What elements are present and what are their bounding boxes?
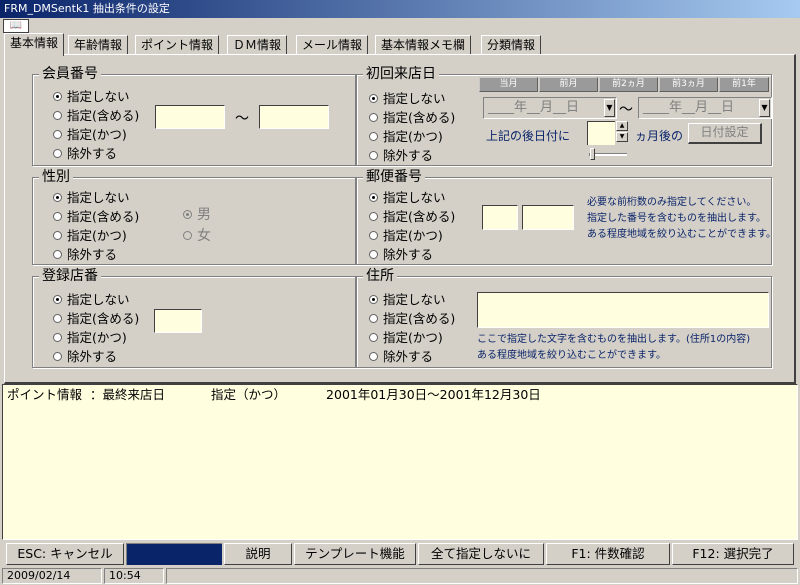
months-after-input[interactable] [587,121,615,145]
gender-radio-female[interactable]: 女 [183,228,211,244]
address-radio-and[interactable]: 指定(かつ) [369,330,443,346]
status-message [166,568,798,584]
address-note-2: ある程度地域を絞り込むことができます。 [477,350,666,361]
postal-code-input-1[interactable] [482,205,518,230]
postal-radio-exclude[interactable]: 除外する [369,247,433,263]
tab-dm-info[interactable]: ＤＭ情報 [227,35,288,55]
gender-radio-exclude[interactable]: 除外する [53,247,117,263]
postal-code-group: 郵便番号 指定しない 指定(含める) 指定(かつ) 除外する 必要な前桁数のみ指… [356,168,776,265]
summary-line: ポイント情報 ：最終来店日 指定（かつ） 2001年01月30日～2001年12月30… [7,387,541,402]
spin-down-icon[interactable]: ▼ [616,132,628,142]
gender-radio-male[interactable]: 男 [183,207,211,223]
status-time: 10:54 [104,568,164,584]
member-from-input[interactable] [155,105,225,129]
tab-mail-info[interactable]: メール情報 [296,35,369,55]
address-group: 住所 指定しない 指定(含める) 指定(かつ) 除外する ここで指定した文字を含… [356,267,772,368]
tab-age-info[interactable]: 年齢情報 [68,35,129,55]
postal-radio-include[interactable]: 指定(含める) [369,209,455,225]
member-number-group: 会員番号 指定しない 指定(含める) 指定(かつ) 除外する ～ [32,65,356,166]
member-radio-none[interactable]: 指定しない [53,89,130,105]
visit-radio-and[interactable]: 指定(かつ) [369,129,443,145]
help-button[interactable]: 説明 [224,543,292,565]
member-number-title: 会員番号 [39,65,101,83]
address-radio-include[interactable]: 指定(含める) [369,311,455,327]
store-radio-exclude[interactable]: 除外する [53,349,117,365]
visit-radio-exclude[interactable]: 除外する [369,148,433,164]
count-button[interactable]: F1: 件数確認 [546,543,670,565]
reset-all-button[interactable]: 全て指定しないに [418,543,544,565]
store-group: 登録店番 指定しない 指定(含める) 指定(かつ) 除外する [32,267,356,368]
status-date: 2009/02/14 [2,568,102,584]
address-radio-none[interactable]: 指定しない [369,292,446,308]
chevron-down-icon[interactable]: ▼ [759,99,770,117]
store-radio-none[interactable]: 指定しない [53,292,130,308]
gender-title: 性別 [39,168,73,186]
member-radio-and[interactable]: 指定(かつ) [53,127,127,143]
status-bar: 2009/02/14 10:54 [0,567,800,585]
quick-2-months-button[interactable]: 前2ヵ月 [599,77,658,92]
tab-basic-info[interactable]: 基本情報 [4,33,65,56]
cancel-button[interactable]: ESC: キャンセル [6,543,124,565]
address-title: 住所 [363,267,397,285]
visit-date-to[interactable]: ____年__月__日 ▼ [638,97,772,119]
store-number-input[interactable] [154,309,202,333]
conditions-summary[interactable]: ポイント情報 ：最終来店日 指定（かつ） 2001年01月30日～2001年12月30… [2,384,798,540]
address-note-1: ここで指定した文字を含むものを抽出します。(住所1の内容) [477,334,751,345]
postal-code-title: 郵便番号 [363,168,425,186]
quick-last-month-button[interactable]: 前月 [539,77,598,92]
finish-button[interactable]: F12: 選択完了 [672,543,794,565]
store-radio-include[interactable]: 指定(含める) [53,311,139,327]
book-icon[interactable]: 📖 [3,19,29,33]
gender-radio-include[interactable]: 指定(含める) [53,209,139,225]
address-input[interactable] [477,292,769,328]
member-range-separator: ～ [235,111,249,127]
function-key-bar: ESC: キャンセル 説明 テンプレート機能 全て指定しないに F1: 件数確認… [2,543,798,565]
postal-note-2: 指定した番号を含むものを抽出します。 [587,213,766,224]
after-date-label: 上記の後日付に [486,129,571,143]
basic-info-panel: 会員番号 指定しない 指定(含める) 指定(かつ) 除外する ～ 性別 指定しな… [4,54,796,384]
tab-basic-memo[interactable]: 基本情報メモ欄 [375,35,472,55]
visit-date-from[interactable]: ____年__月__日 ▼ [483,97,617,119]
window-title: FRM_DMSentk1 抽出条件の設定 [0,0,800,18]
quick-this-month-button[interactable]: 当月 [479,77,538,92]
set-date-button[interactable]: 日付設定 [688,123,762,144]
member-to-input[interactable] [259,105,329,129]
visit-radio-none[interactable]: 指定しない [369,91,446,107]
postal-radio-and[interactable]: 指定(かつ) [369,228,443,244]
gender-group: 性別 指定しない 指定(含める) 指定(かつ) 除外する 男 女 [32,168,356,265]
member-radio-include[interactable]: 指定(含める) [53,108,139,124]
gender-radio-and[interactable]: 指定(かつ) [53,228,127,244]
store-radio-and[interactable]: 指定(かつ) [53,330,127,346]
postal-note-3: ある程度地域を絞り込むことができます。 [587,229,776,240]
tab-point-info[interactable]: ポイント情報 [135,35,220,55]
address-radio-exclude[interactable]: 除外する [369,349,433,365]
visit-date-separator: ～ [619,102,633,118]
first-visit-group: 初回来店日 当月 前月 前2ヵ月 前3ヵ月 前1年 指定しない 指定(含める) … [356,65,772,166]
quick-1-year-button[interactable]: 前1年 [719,77,769,92]
store-title: 登録店番 [39,267,101,285]
months-after-label: ヵ月後の [635,129,684,143]
postal-note-1: 必要な前桁数のみ指定してください。 [587,197,757,208]
template-button[interactable]: テンプレート機能 [294,543,416,565]
first-visit-title: 初回来店日 [363,65,439,83]
quick-3-months-button[interactable]: 前3ヵ月 [659,77,718,92]
months-slider-thumb[interactable] [590,148,595,160]
function-key-blank [126,543,222,565]
chevron-down-icon[interactable]: ▼ [604,99,615,117]
postal-radio-none[interactable]: 指定しない [369,190,446,206]
gender-radio-none[interactable]: 指定しない [53,190,130,206]
visit-radio-include[interactable]: 指定(含める) [369,110,455,126]
spin-up-icon[interactable]: ▲ [616,121,628,131]
postal-code-input-2[interactable] [522,205,574,230]
tab-category-info[interactable]: 分類情報 [481,35,542,55]
member-radio-exclude[interactable]: 除外する [53,146,117,162]
